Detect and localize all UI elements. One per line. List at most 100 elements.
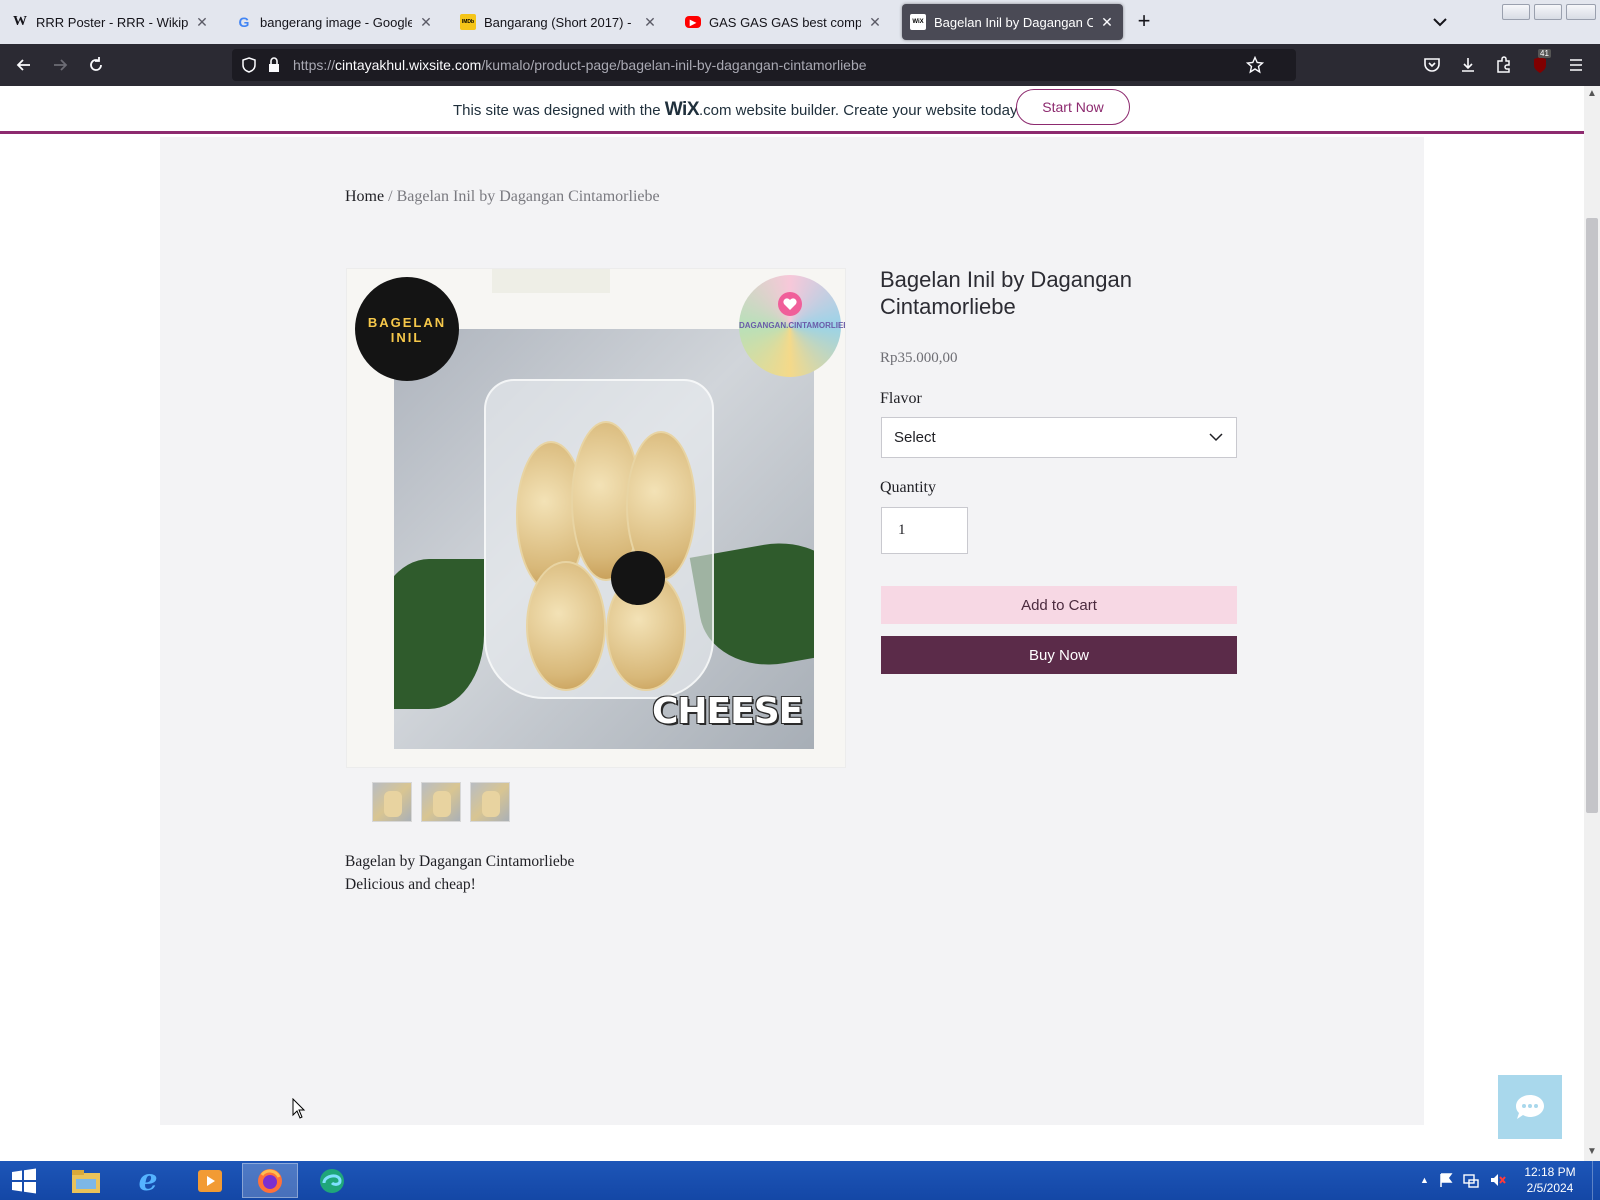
taskbar-internet-explorer[interactable]: e: [120, 1163, 176, 1198]
tab-wikipedia[interactable]: W RRR Poster - RRR - Wikipedia ✕: [4, 4, 218, 40]
flavor-label: Flavor: [880, 390, 922, 407]
scroll-up-arrow-icon[interactable]: ▲: [1587, 88, 1597, 99]
show-desktop-button[interactable]: [1592, 1161, 1600, 1200]
taskbar-firefox[interactable]: [242, 1163, 298, 1198]
tab-title: Bangarang (Short 2017) - IMDb: [484, 14, 636, 30]
shield-icon[interactable]: [240, 56, 258, 74]
browser-nav-bar: https://cintayakhul.wixsite.com/kumalo/p…: [0, 44, 1600, 86]
extension-badge-count: 41: [1538, 49, 1551, 58]
heart-bubble-icon: [778, 292, 802, 316]
tape-decoration: [492, 269, 610, 293]
close-tab-icon[interactable]: ✕: [1099, 14, 1115, 31]
tab-youtube[interactable]: ▶ GAS GAS GAS best compilation ✕: [677, 4, 891, 40]
tab-google[interactable]: G bangerang image - Google Sear ✕: [228, 4, 442, 40]
clock-date: 2/5/2024: [1526, 1181, 1574, 1195]
leaf-decoration: [394, 559, 484, 709]
quantity-value: 1: [898, 522, 906, 538]
youtube-favicon-icon: ▶: [685, 16, 701, 28]
breadcrumb: Home / Bagelan Inil by Dagangan Cintamor…: [345, 188, 660, 206]
ublock-extension-icon[interactable]: 41: [1530, 49, 1551, 75]
logo-text: BAGELAN INIL: [367, 315, 447, 345]
product-description: Bagelan by Dagangan Cintamorliebe Delici…: [345, 850, 574, 896]
url-host: cintayakhul.wixsite.com: [335, 57, 482, 73]
new-tab-button[interactable]: +: [1132, 10, 1156, 34]
page-scrollbar[interactable]: ▲ ▼: [1584, 86, 1600, 1161]
taskbar-file-explorer[interactable]: [58, 1163, 114, 1198]
downloads-icon[interactable]: [1458, 55, 1478, 75]
shield-badge-icon: [1534, 57, 1546, 73]
volume-muted-icon[interactable]: [1489, 1172, 1507, 1188]
tab-title: GAS GAS GAS best compilation: [709, 14, 861, 30]
thumbnail-1[interactable]: [372, 782, 412, 822]
wix-promo-banner: This site was designed with the WiX.com …: [0, 86, 1584, 134]
buy-now-button[interactable]: Buy Now: [881, 636, 1237, 674]
close-tab-icon[interactable]: ✕: [194, 14, 210, 31]
promo-text-before: This site was designed with the: [453, 102, 665, 119]
tab-title: Bagelan Inil by Dagangan Cinta: [934, 14, 1093, 30]
media-player-icon: [198, 1169, 222, 1192]
close-window-button[interactable]: [1566, 4, 1596, 20]
system-tray: ▲: [1420, 1169, 1507, 1191]
quantity-input[interactable]: 1: [881, 507, 968, 554]
product-photo: CHEESE: [394, 329, 814, 749]
flavor-dropdown[interactable]: Select: [881, 417, 1237, 458]
taskbar-edge[interactable]: [304, 1163, 360, 1198]
mouse-cursor-icon: [292, 1098, 306, 1119]
breadcrumb-home-link[interactable]: Home: [345, 188, 384, 205]
url-scheme: https://: [293, 57, 336, 73]
tray-expand-arrow-icon[interactable]: ▲: [1420, 1175, 1429, 1185]
bookmark-star-icon[interactable]: [1246, 56, 1264, 74]
minimize-window-button[interactable]: [1502, 4, 1530, 20]
action-center-flag-icon[interactable]: [1439, 1172, 1453, 1188]
menu-hamburger-icon[interactable]: [1566, 55, 1586, 75]
close-tab-icon[interactable]: ✕: [642, 14, 658, 31]
lock-icon[interactable]: [266, 56, 282, 74]
thumbnail-2[interactable]: [421, 782, 461, 822]
firefox-icon: [258, 1168, 282, 1193]
thumbnail-3[interactable]: [470, 782, 510, 822]
taskbar-media-player[interactable]: [182, 1163, 238, 1198]
wix-favicon-icon: WiX: [910, 14, 926, 30]
windows-logo-icon: [12, 1168, 36, 1193]
address-bar[interactable]: https://cintayakhul.wixsite.com/kumalo/p…: [232, 49, 1296, 81]
tab-imdb[interactable]: IMDb Bangarang (Short 2017) - IMDb ✕: [452, 4, 666, 40]
flavor-overlay-text: CHEESE: [652, 691, 803, 732]
taskbar-clock[interactable]: 12:18 PM 2/5/2024: [1514, 1164, 1586, 1196]
back-arrow-icon[interactable]: [14, 55, 34, 75]
wix-promo-text: This site was designed with the WiX.com …: [453, 99, 1021, 121]
description-line: Delicious and cheap!: [345, 876, 476, 893]
add-to-cart-button[interactable]: Add to Cart: [881, 586, 1237, 624]
forward-arrow-icon[interactable]: [50, 55, 70, 75]
imdb-favicon-icon: IMDb: [460, 14, 476, 30]
scroll-down-arrow-icon[interactable]: ▼: [1587, 1146, 1597, 1157]
start-button[interactable]: [0, 1163, 48, 1198]
close-tab-icon[interactable]: ✕: [867, 14, 883, 31]
start-now-button[interactable]: Start Now: [1016, 89, 1130, 125]
extensions-puzzle-icon[interactable]: [1494, 55, 1514, 75]
pocket-icon[interactable]: [1422, 55, 1442, 75]
folder-icon: [72, 1169, 100, 1193]
restore-window-button[interactable]: [1534, 4, 1562, 20]
tab-title: RRR Poster - RRR - Wikipedia: [36, 14, 188, 30]
product-main-image[interactable]: CHEESE BAGELAN INIL DAGANGAN.CINTAMORLIE…: [346, 268, 846, 768]
bagel-piece: [526, 561, 606, 691]
quantity-label: Quantity: [880, 479, 936, 496]
list-all-tabs-chevron-icon[interactable]: [1428, 12, 1452, 32]
chat-button[interactable]: [1498, 1075, 1562, 1139]
tab-wix-active[interactable]: WiX Bagelan Inil by Dagangan Cinta ✕: [902, 4, 1123, 40]
wix-logo: WiX: [664, 99, 700, 120]
product-title: Bagelan Inil by Dagangan Cintamorliebe: [880, 267, 1132, 319]
edge-icon: [320, 1168, 344, 1193]
scrollbar-thumb[interactable]: [1586, 218, 1598, 813]
close-tab-icon[interactable]: ✕: [418, 14, 434, 31]
url-text[interactable]: https://cintayakhul.wixsite.com/kumalo/p…: [293, 57, 867, 73]
chat-bubble-icon: [1516, 1095, 1544, 1119]
wikipedia-favicon-icon: W: [13, 14, 27, 29]
product-thumbnails: [372, 782, 510, 822]
bagelan-inil-logo: BAGELAN INIL: [355, 277, 459, 381]
reload-icon[interactable]: [86, 55, 106, 75]
bag-sticker-logo: [611, 551, 665, 605]
network-icon[interactable]: [1463, 1172, 1479, 1188]
windows-taskbar: e ▲ 12:18 PM 2/5/2024: [0, 1161, 1600, 1200]
url-path: /kumalo/product-page/bagelan-inil-by-dag…: [481, 57, 867, 73]
